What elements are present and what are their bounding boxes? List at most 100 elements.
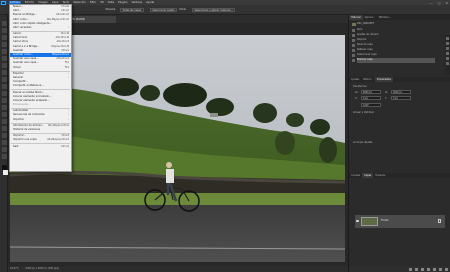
hand-tool-icon[interactable]	[1, 147, 7, 152]
path-selection-tool-icon[interactable]	[1, 133, 7, 138]
layer-row[interactable]: Fondo	[355, 215, 445, 228]
swatches-panel-icon[interactable]	[446, 42, 449, 45]
menu-vista[interactable]: Vista	[108, 1, 114, 4]
file-menu-item[interactable]: Volver F12	[10, 66, 71, 70]
history-item[interactable]: Abrir	[352, 28, 435, 33]
healing-tool-icon[interactable]	[1, 63, 7, 68]
maximize-icon[interactable]: □	[438, 1, 441, 5]
menu-ventana[interactable]: Ventana	[131, 1, 142, 4]
menu-item-label: Volver	[13, 65, 21, 69]
stamp-tool-icon[interactable]	[1, 77, 7, 82]
menu-item-label: Guardar	[13, 48, 24, 52]
brush-tool-icon[interactable]	[1, 70, 7, 75]
gradient-tool-icon[interactable]	[1, 98, 7, 103]
quick-selection-tool-icon[interactable]	[1, 42, 7, 47]
character-panel-icon[interactable]	[446, 52, 449, 55]
file-menu-item[interactable]: Abrir recientes ›	[10, 26, 71, 30]
tab-ajustes[interactable]: Ajustes	[349, 78, 361, 81]
transform-section-label: Transformar	[353, 85, 367, 88]
crop-tool-icon[interactable]	[1, 49, 7, 54]
lasso-tool-icon[interactable]	[1, 35, 7, 40]
y-field[interactable]: 0 px	[391, 96, 411, 100]
tab-aprender[interactable]: Aprend...	[363, 16, 377, 19]
tab-historial[interactable]: Historial	[349, 15, 363, 20]
file-menu-item[interactable]: Importar ›	[10, 118, 71, 122]
tab-capas[interactable]: Capas	[362, 173, 374, 178]
mask-icon[interactable]	[421, 267, 424, 271]
x-field[interactable]: 0 px	[361, 96, 381, 100]
menu-item-label: Automatizar	[13, 109, 29, 113]
visibility-eye-icon[interactable]	[356, 219, 359, 222]
menu-ayuda[interactable]: Ayuda	[146, 1, 154, 4]
paragraph-panel-icon[interactable]	[446, 57, 449, 60]
history-item[interactable]: Ajustes de cámara	[352, 33, 435, 38]
color-panel-icon[interactable]	[446, 37, 449, 40]
file-menu-item[interactable]: Imprimir una copia Alt+Mayús+Ctrl+P	[10, 138, 71, 142]
history-snapshot[interactable]: DSC_0060.NEF	[352, 22, 435, 27]
history-item-label: Abrir	[357, 28, 363, 31]
zoom-readout[interactable]: 16,67%	[10, 267, 19, 270]
history-state-icon	[352, 58, 355, 62]
tab-bibliotecas-2[interactable]: Bibliot...	[361, 78, 374, 81]
height-field[interactable]: 4000 px	[391, 90, 411, 94]
history-item[interactable]: Nivel de capa	[352, 43, 435, 48]
layer-thumbnail	[361, 217, 378, 226]
menu-filtro[interactable]: Filtro	[90, 1, 96, 4]
height-label: Al:	[385, 91, 388, 94]
history-item-label: Nivel de capa	[357, 43, 373, 46]
menu-item-label: Nuevo...	[13, 5, 24, 8]
tab-trazados[interactable]: Trazados	[373, 174, 387, 177]
width-field[interactable]: 6000 px	[361, 90, 381, 94]
tab-bibliotecas[interactable]: Bibliotec...	[377, 16, 393, 19]
type-tool-icon[interactable]	[1, 126, 7, 131]
history-brush-tool-icon[interactable]	[1, 84, 7, 89]
file-menu-item[interactable]: Historial de versiones	[10, 128, 71, 132]
photoshop-logo-icon[interactable]: Ps	[1, 0, 6, 5]
zoom-tool-icon[interactable]	[1, 154, 7, 159]
file-menu-item[interactable]: Compartir en Behance...	[10, 84, 71, 88]
select-subject-button[interactable]: Seleccionar sujeto	[150, 7, 177, 12]
lock-icon[interactable]	[438, 219, 441, 223]
sample-select[interactable]: Todas las capas	[120, 7, 144, 12]
group-icon[interactable]	[433, 267, 436, 271]
tab-propiedades[interactable]: Propiedades	[374, 77, 393, 82]
brush-panel-icon[interactable]	[446, 47, 449, 50]
history-item-selected[interactable]: Eliminar capa	[352, 58, 435, 63]
move-tool-icon[interactable]	[1, 21, 7, 26]
eraser-tool-icon[interactable]	[1, 91, 7, 96]
shape-tool-icon[interactable]	[1, 140, 7, 145]
layers-footer	[349, 266, 450, 272]
pen-tool-icon[interactable]	[1, 119, 7, 124]
history-item[interactable]: Duplicar	[352, 38, 435, 43]
history-item[interactable]: Rellenar capa	[352, 48, 435, 53]
menu-item-label: Salir	[13, 144, 19, 148]
menu-item-label: Historial de versiones	[13, 127, 41, 131]
link-layers-icon[interactable]	[409, 267, 412, 271]
quick-actions-label: Acciones rápidas	[353, 141, 373, 144]
dodge-tool-icon[interactable]	[1, 112, 7, 117]
tab-canales[interactable]: Canales	[349, 174, 362, 177]
menu-item-label: Cerrar	[13, 32, 21, 36]
adjustment-layer-icon[interactable]	[427, 267, 430, 271]
menu-plugins[interactable]: Plugins	[118, 1, 127, 4]
trash-icon[interactable]	[445, 267, 448, 271]
minimize-icon[interactable]: —	[430, 1, 433, 5]
history-item[interactable]: Seleccionar capa	[352, 53, 435, 58]
file-menu-item[interactable]: Salir Ctrl+Q	[10, 145, 71, 149]
blur-tool-icon[interactable]	[1, 105, 7, 110]
menu-item-label: Colocar elemento incrustado...	[13, 94, 52, 98]
history-panel-tabs: Historial Aprend... Bibliotec...	[349, 15, 450, 20]
angle-field[interactable]: 0,00°	[361, 103, 381, 107]
menu-seleccion[interactable]: Selección	[73, 1, 85, 4]
glyphs-panel-icon[interactable]	[446, 62, 449, 65]
close-icon[interactable]: ✕	[445, 1, 448, 5]
eyedropper-tool-icon[interactable]	[1, 56, 7, 61]
history-item-label: Eliminar capa	[357, 58, 373, 61]
menu-3d[interactable]: 3D	[100, 1, 104, 4]
layer-name[interactable]: Fondo	[381, 219, 389, 222]
menu-item-label: Cerrar e ir a Bridge...	[13, 44, 40, 48]
select-and-mask-button[interactable]: Seleccionar y aplicar máscara...	[192, 7, 236, 12]
fx-icon[interactable]	[415, 267, 418, 271]
new-layer-icon[interactable]	[439, 267, 442, 271]
marquee-tool-icon[interactable]	[1, 28, 7, 33]
